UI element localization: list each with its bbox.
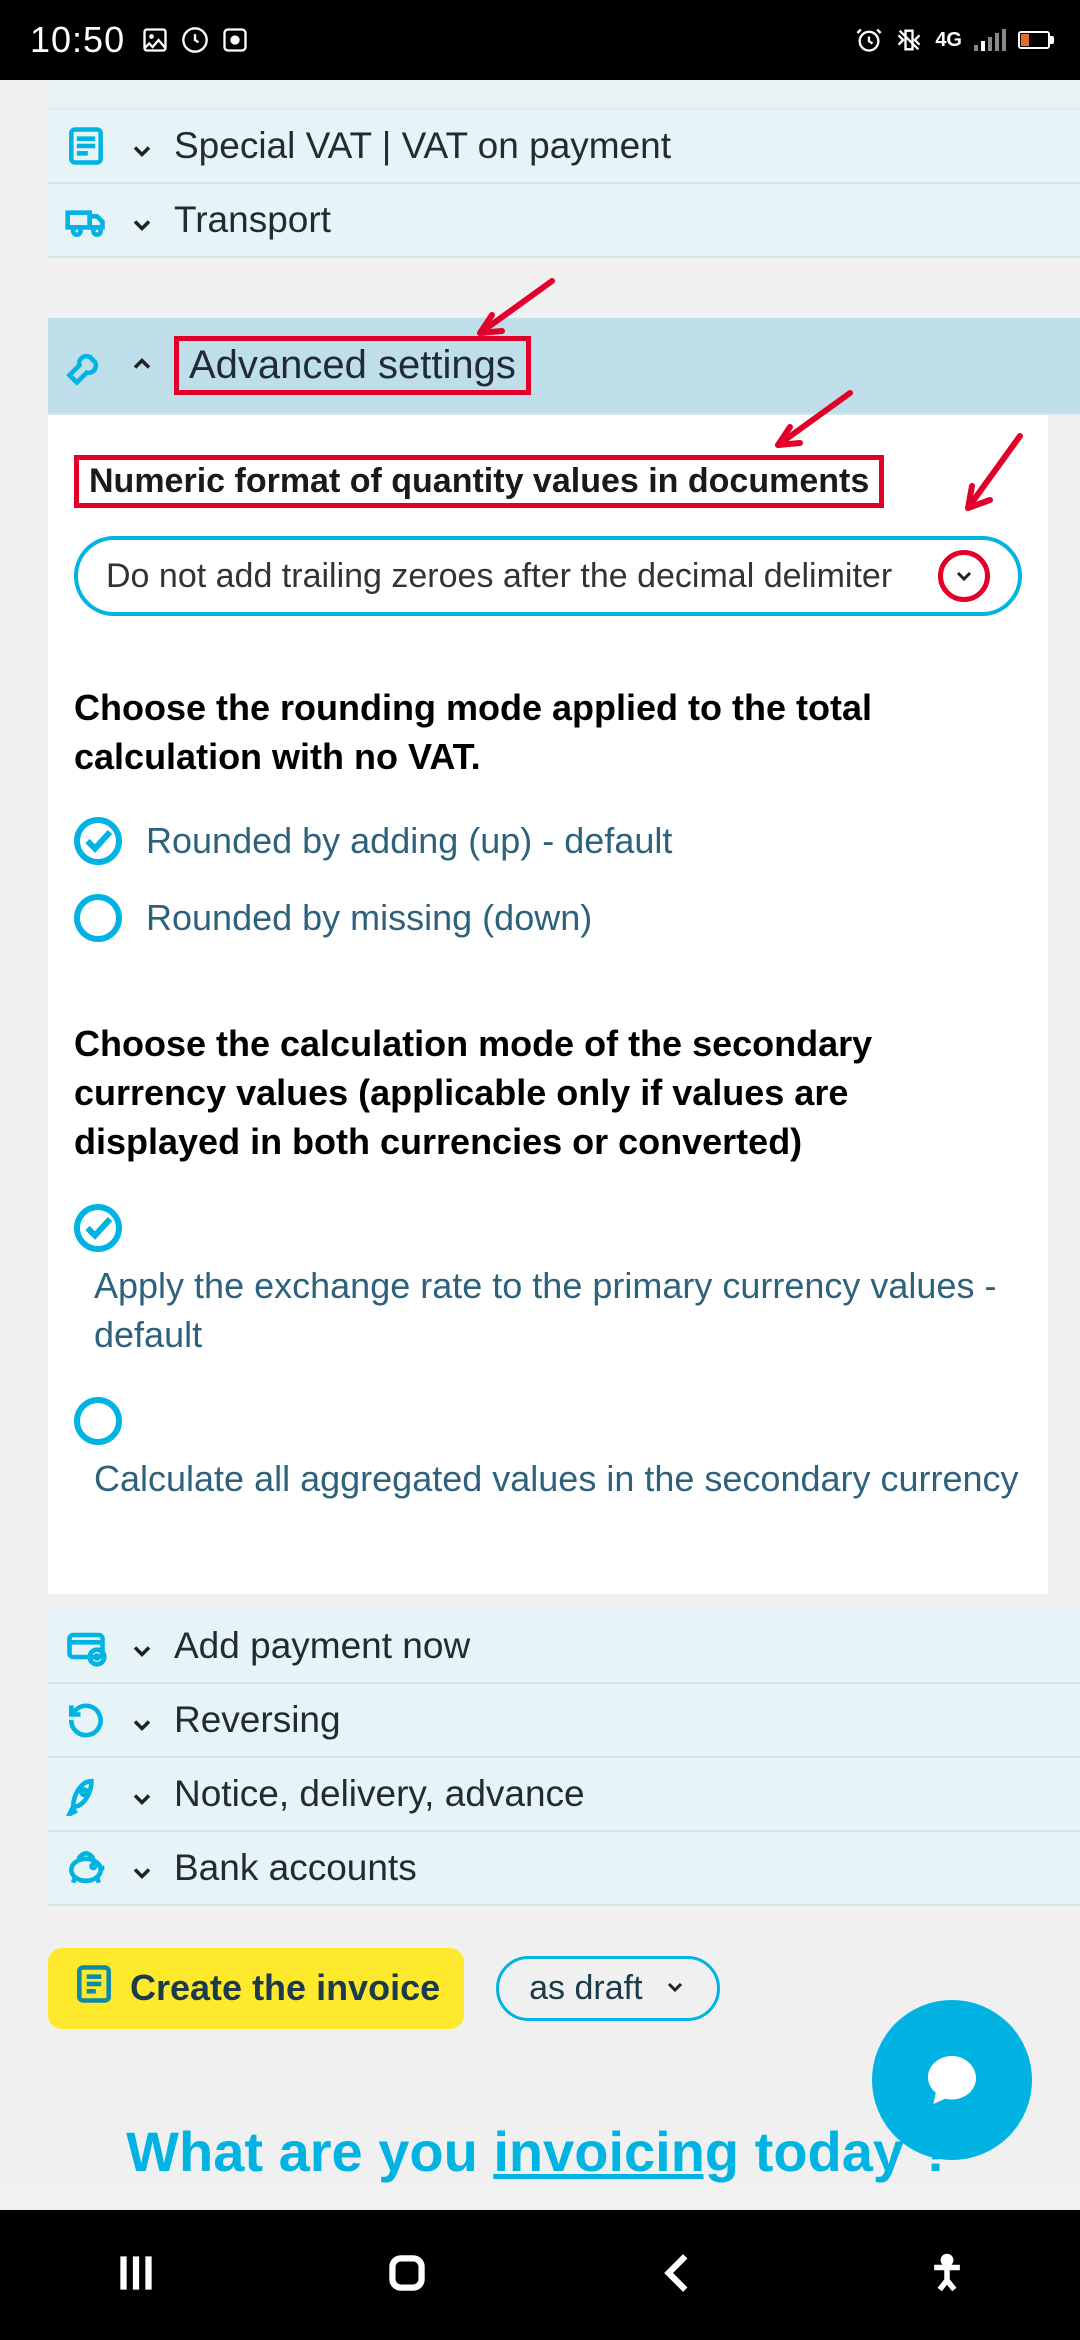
vibrate-icon — [895, 26, 923, 54]
status-bar: 10:50 4G — [0, 0, 1080, 80]
accordion-item-add-payment[interactable]: Add payment now — [48, 1610, 1080, 1684]
radio-rounded-down[interactable]: Rounded by missing (down) — [74, 892, 1022, 943]
radio-unchecked-icon — [74, 1397, 122, 1445]
draft-dropdown[interactable]: as draft — [496, 1956, 719, 2021]
numeric-format-label: Numeric format of quantity values in doc… — [74, 455, 884, 508]
home-button[interactable] — [382, 2248, 432, 2303]
accordion-label: Transport — [174, 199, 331, 241]
accordion-item-reversing[interactable]: Reversing — [48, 1684, 1080, 1758]
activity-icon — [181, 26, 209, 54]
android-navbar — [0, 2210, 1080, 2340]
accordion-label: Bank accounts — [174, 1847, 417, 1889]
accordion-label: Reversing — [174, 1699, 341, 1741]
accessibility-button[interactable] — [925, 2251, 969, 2300]
radio-label: Apply the exchange rate to the primary c… — [74, 1260, 1022, 1359]
chevron-down-icon — [663, 1969, 687, 2008]
currency-mode-heading: Choose the calculation mode of the secon… — [74, 1020, 1022, 1166]
chevron-down-icon — [128, 1780, 156, 1808]
create-invoice-label: Create the invoice — [130, 1967, 440, 2009]
accordion-item-truncated[interactable] — [48, 80, 1080, 110]
radio-label: Rounded by adding (up) - default — [146, 815, 672, 866]
draft-label: as draft — [529, 1969, 642, 2008]
create-invoice-button[interactable]: Create the invoice — [48, 1948, 464, 2029]
rounding-mode-heading: Choose the rounding mode applied to the … — [74, 684, 1022, 781]
recent-apps-button[interactable] — [111, 2248, 161, 2303]
network-label: 4G — [935, 30, 962, 50]
chevron-down-icon — [128, 1632, 156, 1660]
dropdown-value: Do not add trailing zeroes after the dec… — [106, 557, 892, 596]
rounding-mode-group: Rounded by adding (up) - default Rounded… — [74, 815, 1022, 942]
alarm-icon — [855, 26, 883, 54]
chevron-down-icon — [128, 206, 156, 234]
advanced-settings-title: Advanced settings — [174, 336, 531, 395]
chevron-down-icon — [128, 1706, 156, 1734]
radio-rounded-up[interactable]: Rounded by adding (up) - default — [74, 815, 1022, 866]
chat-bubble-icon — [920, 2048, 984, 2112]
accordion-label: Special VAT | VAT on payment — [174, 125, 671, 167]
wrench-icon — [62, 344, 110, 388]
gallery-icon — [141, 26, 169, 54]
advanced-settings-panel: Numeric format of quantity values in doc… — [48, 415, 1048, 1594]
accordion-item-special-vat[interactable]: Special VAT | VAT on payment — [48, 110, 1080, 184]
radio-label: Calculate all aggregated values in the s… — [74, 1453, 1019, 1504]
radio-checked-icon — [74, 1204, 122, 1252]
piggy-bank-icon — [62, 1846, 110, 1890]
accordion-item-transport[interactable]: Transport — [48, 184, 1080, 258]
chevron-down-icon — [128, 1854, 156, 1882]
status-time: 10:50 — [30, 19, 125, 61]
accordion-item-advanced-settings[interactable]: Advanced settings — [48, 318, 1080, 415]
rocket-icon — [62, 1772, 110, 1816]
radio-aggregated-secondary[interactable]: Calculate all aggregated values in the s… — [74, 1395, 1022, 1504]
revert-icon — [62, 1698, 110, 1742]
chevron-down-icon — [128, 132, 156, 160]
battery-icon — [1018, 31, 1050, 49]
chevron-up-icon — [128, 343, 156, 388]
radio-exchange-rate[interactable]: Apply the exchange rate to the primary c… — [74, 1202, 1022, 1359]
accordion-item-notice-delivery[interactable]: Notice, delivery, advance — [48, 1758, 1080, 1832]
chat-fab[interactable] — [872, 2000, 1032, 2160]
numeric-format-dropdown[interactable]: Do not add trailing zeroes after the dec… — [74, 536, 1022, 616]
truck-icon — [62, 198, 110, 242]
payment-icon — [62, 1624, 110, 1668]
signal-icon — [974, 29, 1006, 51]
dropdown-chevron[interactable] — [938, 550, 990, 602]
record-icon — [221, 26, 249, 54]
invoice-icon — [72, 1962, 116, 2015]
radio-label: Rounded by missing (down) — [146, 892, 592, 943]
vat-icon — [62, 124, 110, 168]
accordion-label: Add payment now — [174, 1625, 470, 1667]
radio-unchecked-icon — [74, 894, 122, 942]
accordion-label: Notice, delivery, advance — [174, 1773, 585, 1815]
currency-mode-group: Apply the exchange rate to the primary c… — [74, 1202, 1022, 1504]
back-button[interactable] — [654, 2248, 704, 2303]
radio-checked-icon — [74, 817, 122, 865]
accordion-item-bank-accounts[interactable]: Bank accounts — [48, 1832, 1080, 1906]
